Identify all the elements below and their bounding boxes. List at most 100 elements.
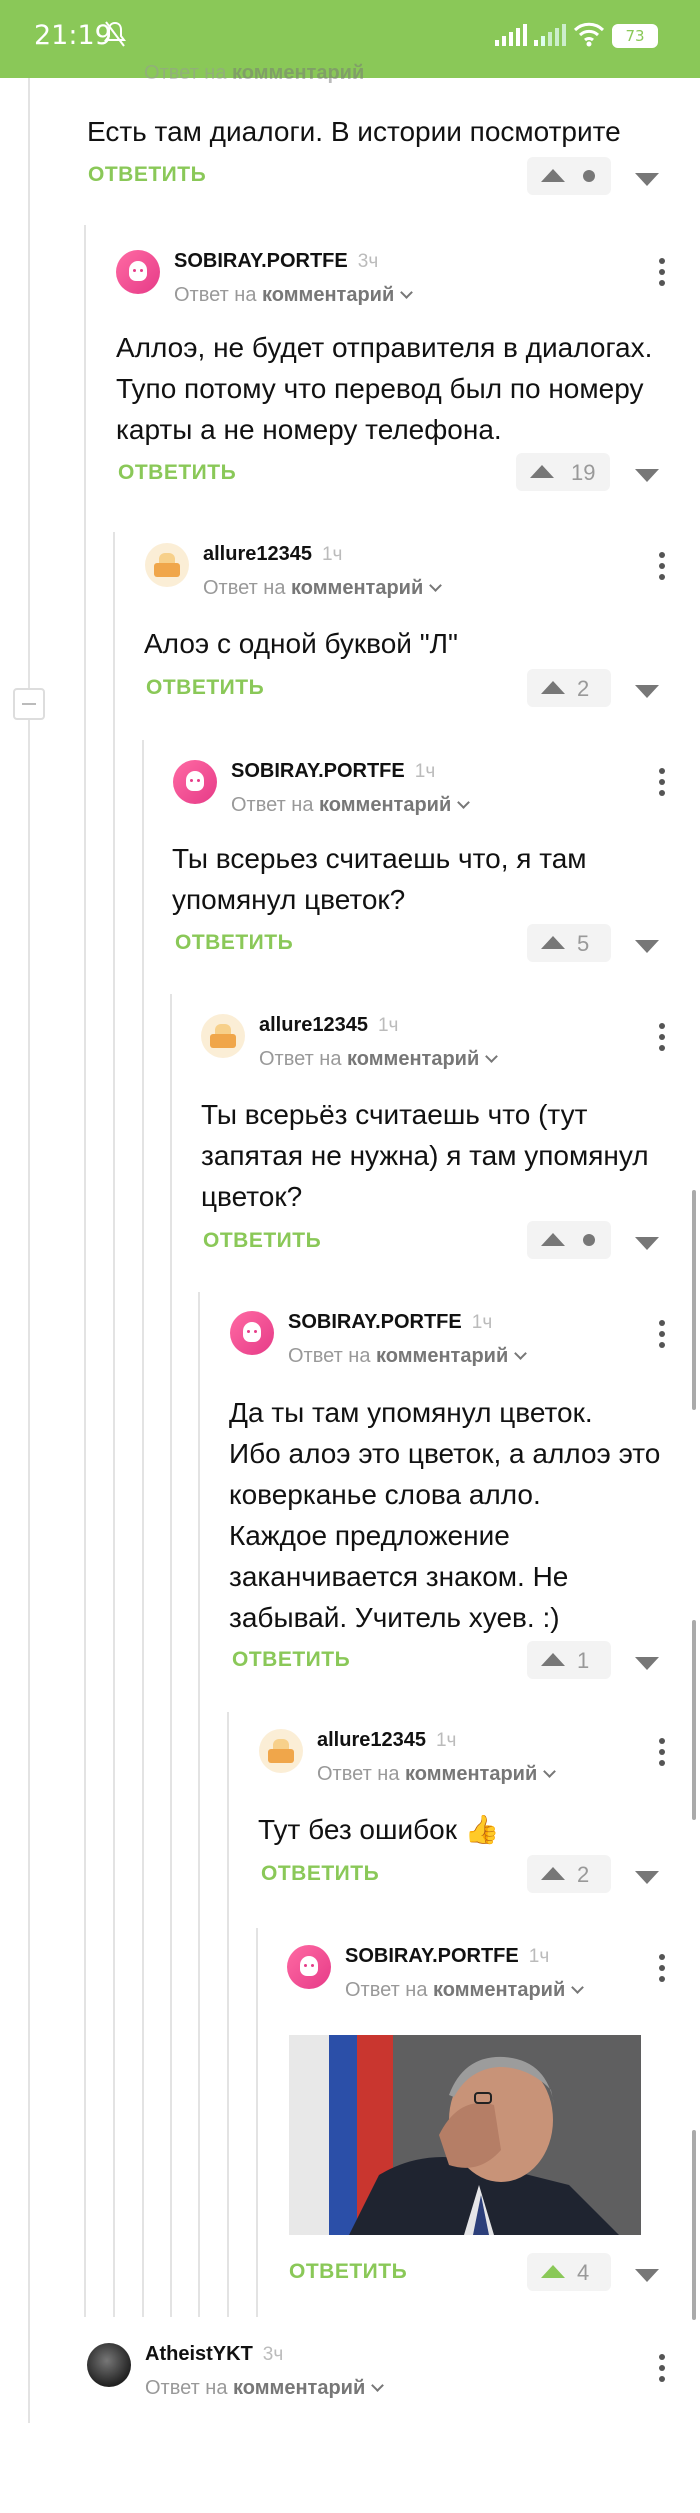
reply-to[interactable]: Ответ на комментарий bbox=[317, 1763, 557, 1786]
comment-time: 1ч bbox=[528, 1946, 550, 1967]
avatar[interactable] bbox=[173, 760, 217, 804]
author-name[interactable]: allure12345 1ч bbox=[203, 543, 342, 566]
comment-body: Ты всерьез считаешь что, я там упомянул ц… bbox=[172, 843, 587, 915]
reply-button[interactable]: ОТВЕТИТЬ bbox=[203, 1229, 321, 1253]
more-menu-icon[interactable] bbox=[658, 1320, 666, 1354]
rating-value: 4 bbox=[577, 2260, 590, 2285]
more-menu-icon[interactable] bbox=[658, 1738, 666, 1772]
more-menu-icon[interactable] bbox=[658, 258, 666, 292]
vote-box bbox=[527, 1221, 611, 1259]
comment: SOBIRAY.PORTFE 1ч Ответ на комментарий bbox=[230, 1311, 670, 1371]
reply-to[interactable]: Ответ на комментарий bbox=[174, 284, 414, 307]
avatar[interactable] bbox=[116, 250, 160, 294]
reply-button[interactable]: ОТВЕТИТЬ bbox=[88, 163, 206, 187]
thread-line bbox=[227, 1712, 229, 2317]
upvote-icon[interactable] bbox=[541, 2265, 565, 2278]
avatar[interactable] bbox=[287, 1945, 331, 1989]
chevron-down-icon bbox=[400, 286, 414, 299]
reply-to[interactable]: Ответ на комментарий bbox=[145, 2377, 385, 2400]
upvote-icon[interactable] bbox=[541, 681, 565, 694]
thread-line bbox=[28, 78, 30, 2423]
downvote-icon[interactable] bbox=[632, 1867, 662, 1887]
bell-muted-icon bbox=[104, 21, 126, 47]
vote-box: 4 bbox=[527, 2253, 611, 2291]
more-menu-icon[interactable] bbox=[658, 768, 666, 802]
chevron-down-icon bbox=[571, 1981, 585, 1994]
scrollbar[interactable] bbox=[692, 1620, 696, 1820]
upvote-icon[interactable] bbox=[530, 465, 554, 478]
upvote-icon[interactable] bbox=[541, 1653, 565, 1666]
upvote-icon[interactable] bbox=[541, 936, 565, 949]
comment-image[interactable] bbox=[289, 2035, 641, 2235]
thread-line bbox=[142, 740, 144, 2317]
reply-button[interactable]: ОТВЕТИТЬ bbox=[146, 676, 264, 700]
author-name[interactable]: SOBIRAY.PORTFE 1ч bbox=[288, 1311, 492, 1334]
more-menu-icon[interactable] bbox=[658, 1023, 666, 1057]
vote-box bbox=[527, 157, 611, 195]
thread-line bbox=[170, 994, 172, 2317]
avatar[interactable] bbox=[87, 2343, 131, 2387]
avatar[interactable] bbox=[259, 1729, 303, 1773]
vote-box: 19 bbox=[516, 453, 610, 491]
rating-value: 2 bbox=[577, 1862, 590, 1887]
neutral-rating-dot bbox=[583, 1234, 595, 1246]
downvote-icon[interactable] bbox=[632, 936, 662, 956]
reply-button[interactable]: ОТВЕТИТЬ bbox=[232, 1648, 350, 1672]
comment-body: Тут без ошибок 👍 bbox=[258, 1814, 500, 1845]
reply-to[interactable]: Ответ на комментарий bbox=[259, 1048, 499, 1071]
more-menu-icon[interactable] bbox=[658, 1954, 666, 1988]
avatar[interactable] bbox=[145, 543, 189, 587]
reply-to[interactable]: Ответ на комментарий bbox=[345, 1979, 585, 2002]
thread-line bbox=[113, 532, 115, 2317]
comment-body: Аллоэ, не будет отправителя в диалогах. Т… bbox=[116, 332, 653, 445]
thread-line bbox=[198, 1292, 200, 2317]
collapse-thread-button[interactable] bbox=[13, 688, 45, 720]
comment-time: 3ч bbox=[262, 2344, 284, 2365]
comment: SOBIRAY.PORTFE 1ч Ответ на комментарий bbox=[287, 1945, 667, 2005]
chevron-down-icon bbox=[429, 579, 443, 592]
more-menu-icon[interactable] bbox=[658, 552, 666, 586]
reply-button[interactable]: ОТВЕТИТЬ bbox=[289, 2260, 407, 2284]
status-time: 21:19 bbox=[34, 20, 112, 51]
comment-body: Ты всерьёз считаешь что (тут запятая не н… bbox=[201, 1099, 649, 1212]
downvote-icon[interactable] bbox=[632, 2265, 662, 2285]
upvote-icon[interactable] bbox=[541, 1233, 565, 1246]
more-menu-icon[interactable] bbox=[658, 2354, 666, 2388]
comment-body: Алоэ с одной буквой "Л" bbox=[144, 628, 458, 659]
thread-line bbox=[84, 225, 86, 2317]
downvote-icon[interactable] bbox=[632, 465, 662, 485]
rating-value: 1 bbox=[577, 1648, 590, 1673]
reply-button[interactable]: ОТВЕТИТЬ bbox=[261, 1862, 379, 1886]
vote-box: 2 bbox=[527, 1855, 611, 1893]
battery-icon: 73 bbox=[612, 24, 658, 48]
upvote-icon[interactable] bbox=[541, 169, 565, 182]
downvote-icon[interactable] bbox=[632, 169, 662, 189]
reply-button[interactable]: ОТВЕТИТЬ bbox=[175, 931, 293, 955]
comment-time: 1ч bbox=[321, 544, 343, 565]
comment: AtheistYKT 3ч Ответ на комментарий bbox=[87, 2343, 647, 2403]
author-name[interactable]: AtheistYKT 3ч bbox=[145, 2343, 283, 2366]
reply-to[interactable]: Ответ на комментарий bbox=[231, 794, 471, 817]
avatar[interactable] bbox=[201, 1014, 245, 1058]
author-name[interactable]: SOBIRAY.PORTFE 1ч bbox=[345, 1945, 549, 1968]
reply-button[interactable]: ОТВЕТИТЬ bbox=[118, 461, 236, 485]
downvote-icon[interactable] bbox=[632, 681, 662, 701]
comment-photo-illustration bbox=[289, 2035, 641, 2235]
comment-time: 3ч bbox=[357, 251, 379, 272]
downvote-icon[interactable] bbox=[632, 1653, 662, 1673]
upvote-icon[interactable] bbox=[541, 1867, 565, 1880]
downvote-icon[interactable] bbox=[632, 1233, 662, 1253]
reply-to[interactable]: Ответ на комментарий bbox=[288, 1345, 528, 1368]
author-name[interactable]: SOBIRAY.PORTFE 1ч bbox=[231, 760, 435, 783]
author-name[interactable]: allure12345 1ч bbox=[259, 1014, 398, 1037]
battery-level: 73 bbox=[614, 26, 656, 46]
neutral-rating-dot bbox=[583, 170, 595, 182]
chevron-down-icon bbox=[371, 2379, 385, 2392]
scrollbar[interactable] bbox=[692, 1190, 696, 1410]
comment-body: Есть там диалоги. В истории посмотрите bbox=[87, 116, 621, 147]
scrollbar[interactable] bbox=[692, 2130, 696, 2320]
reply-to[interactable]: Ответ на комментарий bbox=[203, 577, 443, 600]
author-name[interactable]: allure12345 1ч bbox=[317, 1729, 456, 1752]
avatar[interactable] bbox=[230, 1311, 274, 1355]
author-name[interactable]: SOBIRAY.PORTFE 3ч bbox=[174, 250, 378, 273]
